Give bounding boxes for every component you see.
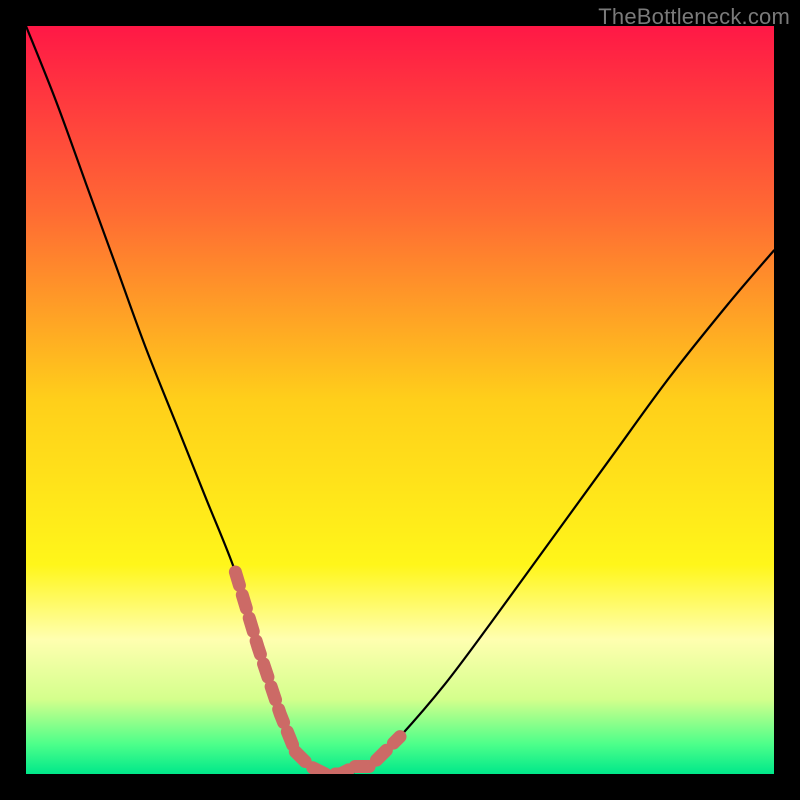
bottleneck-curve: [26, 26, 774, 774]
marker-segment-1: [295, 752, 355, 774]
chart-frame: [26, 26, 774, 774]
marker-segment-0: [235, 572, 295, 752]
watermark-text: TheBottleneck.com: [598, 4, 790, 30]
marker-segment-2: [355, 737, 400, 767]
